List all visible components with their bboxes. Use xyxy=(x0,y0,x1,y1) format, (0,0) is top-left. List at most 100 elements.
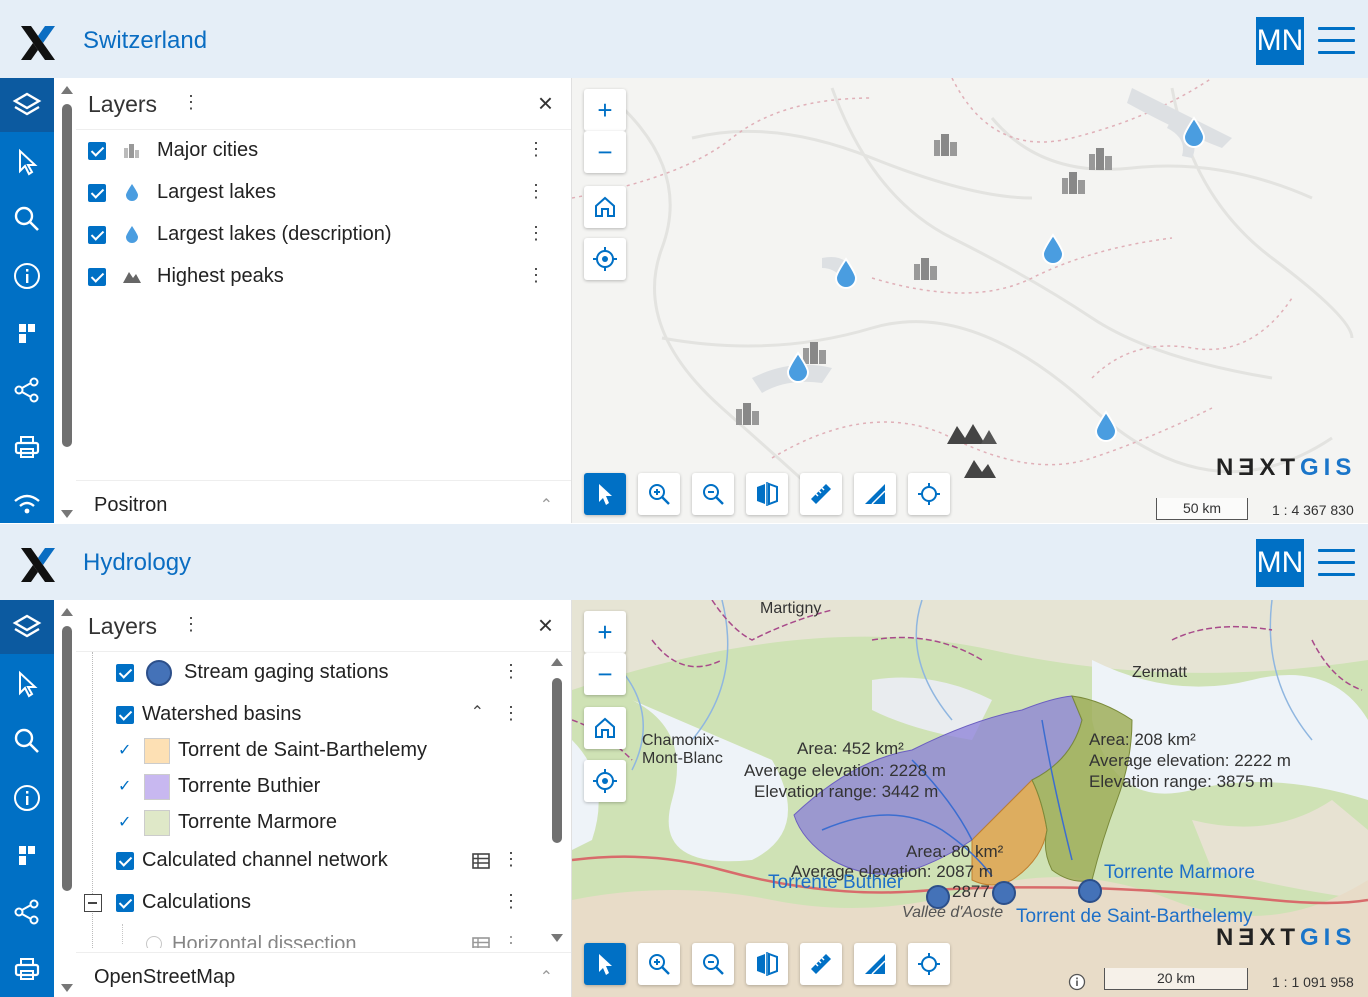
lake-marker[interactable] xyxy=(1182,116,1206,148)
locate-button[interactable] xyxy=(584,238,626,280)
share-icon[interactable] xyxy=(0,885,54,939)
lake-marker[interactable] xyxy=(834,257,858,289)
swipe-tool-button[interactable] xyxy=(746,473,788,515)
panel-scrollbar[interactable] xyxy=(58,78,76,523)
swipe-tool-button[interactable] xyxy=(746,943,788,985)
info-icon[interactable] xyxy=(0,249,54,303)
panel-scrollbar[interactable] xyxy=(58,600,76,997)
share-icon[interactable] xyxy=(0,363,54,417)
layers-menu-icon[interactable]: ⋮ xyxy=(182,92,200,113)
layers-menu-icon[interactable]: ⋮ xyxy=(182,614,200,635)
measure-distance-button[interactable] xyxy=(800,473,842,515)
close-icon[interactable]: × xyxy=(538,88,553,119)
select-cursor-icon[interactable] xyxy=(0,135,54,189)
gaging-station-marker[interactable] xyxy=(992,881,1016,905)
chevron-up-icon[interactable]: ⌃ xyxy=(540,967,553,987)
layer-checkbox[interactable] xyxy=(88,184,106,202)
info-icon[interactable] xyxy=(0,771,54,825)
layer-row-horizontal-dissection[interactable]: Horizontal dissection ⋮ xyxy=(76,924,546,948)
search-icon[interactable] xyxy=(0,192,54,246)
measure-area-button[interactable] xyxy=(854,473,896,515)
zoom-out-button[interactable]: − xyxy=(584,653,626,695)
lake-marker[interactable] xyxy=(1041,233,1065,265)
layer-menu-icon[interactable]: ⋮ xyxy=(527,181,545,202)
lake-marker[interactable] xyxy=(1094,410,1118,442)
map-view[interactable]: Martigny Zermatt Chamonix- Mont-Blanc Va… xyxy=(572,600,1368,997)
city-marker[interactable] xyxy=(1086,144,1116,172)
layer-checkbox[interactable] xyxy=(116,852,134,870)
layer-menu-icon[interactable]: ⋮ xyxy=(502,891,520,912)
layer-row-calculated-channel-network[interactable]: Calculated channel network ⋮ xyxy=(76,840,546,882)
identify-tool-button[interactable] xyxy=(584,943,626,985)
layer-menu-icon[interactable]: ⋮ xyxy=(502,703,520,724)
layer-row-highest-peaks[interactable]: Highest peaks ⋮ xyxy=(76,256,571,298)
zoom-in-tool-button[interactable] xyxy=(638,473,680,515)
select-cursor-icon[interactable] xyxy=(0,657,54,711)
basemap-selector[interactable]: OpenStreetMap ⌃ xyxy=(76,952,571,997)
layer-row-calculations[interactable]: Calculations ⋮ xyxy=(76,882,546,924)
gaging-station-marker[interactable] xyxy=(1078,879,1102,903)
attribution-info-icon[interactable] xyxy=(1068,973,1086,991)
print-icon[interactable] xyxy=(0,942,54,996)
layers-icon[interactable] xyxy=(0,600,54,654)
peak-marker[interactable] xyxy=(945,420,999,446)
measure-distance-button[interactable] xyxy=(800,943,842,985)
layer-menu-icon[interactable]: ⋮ xyxy=(527,223,545,244)
zoom-in-button[interactable]: + xyxy=(584,611,626,653)
layer-menu-icon[interactable]: ⋮ xyxy=(502,849,520,870)
tree-scrollbar[interactable] xyxy=(548,654,566,948)
nextgis-logo[interactable] xyxy=(18,23,58,63)
nextgis-logo[interactable] xyxy=(18,545,58,585)
basemap-selector[interactable]: Positron ⌃ xyxy=(76,480,571,523)
bookmark-icon[interactable] xyxy=(0,828,54,882)
zoom-in-tool-button[interactable] xyxy=(638,943,680,985)
map-view[interactable]: + − NƎXTGIS 50 km 1 : 4 367 830 xyxy=(572,78,1368,523)
layer-checkbox[interactable] xyxy=(116,664,134,682)
city-marker[interactable] xyxy=(1059,168,1089,196)
layer-row-stream-gaging-stations[interactable]: Stream gaging stations ⋮ xyxy=(76,652,546,694)
user-avatar[interactable]: MN xyxy=(1256,539,1304,587)
search-icon[interactable] xyxy=(0,714,54,768)
city-marker[interactable] xyxy=(733,399,763,427)
user-avatar[interactable]: MN xyxy=(1256,17,1304,65)
collapse-toggle[interactable] xyxy=(84,894,102,912)
home-button[interactable] xyxy=(584,707,626,749)
locate-button[interactable] xyxy=(584,760,626,802)
table-icon[interactable] xyxy=(472,853,490,869)
layer-menu-icon[interactable]: ⋮ xyxy=(527,265,545,286)
gaging-station-marker[interactable] xyxy=(926,885,950,909)
menu-icon[interactable] xyxy=(1318,27,1355,55)
measure-area-button[interactable] xyxy=(854,943,896,985)
lake-marker[interactable] xyxy=(786,351,810,383)
print-icon[interactable] xyxy=(0,420,54,474)
layer-checkbox[interactable] xyxy=(116,894,134,912)
layer-row-largest-lakes-description[interactable]: Largest lakes (description) ⋮ xyxy=(76,214,571,256)
city-marker[interactable] xyxy=(911,254,941,282)
zoom-out-button[interactable]: − xyxy=(584,131,626,173)
radio-button[interactable] xyxy=(146,936,162,948)
peak-marker[interactable] xyxy=(962,456,998,480)
close-icon[interactable]: × xyxy=(538,610,553,641)
home-button[interactable] xyxy=(584,186,626,228)
chevron-up-icon[interactable]: ⌃ xyxy=(540,495,553,515)
layer-checkbox[interactable] xyxy=(88,268,106,286)
layer-checkbox[interactable] xyxy=(88,142,106,160)
bookmark-icon[interactable] xyxy=(0,306,54,360)
layer-row-major-cities[interactable]: Major cities ⋮ xyxy=(76,130,571,172)
layer-menu-icon[interactable]: ⋮ xyxy=(527,139,545,160)
table-icon[interactable] xyxy=(472,937,490,948)
city-marker[interactable] xyxy=(931,130,961,158)
chevron-up-icon[interactable]: ⌃ xyxy=(471,702,484,722)
zoom-out-tool-button[interactable] xyxy=(692,943,734,985)
zoom-out-tool-button[interactable] xyxy=(692,473,734,515)
layer-checkbox[interactable] xyxy=(116,706,134,724)
wifi-icon[interactable] xyxy=(0,477,54,523)
zoom-in-button[interactable]: + xyxy=(584,89,626,131)
layer-row-largest-lakes[interactable]: Largest lakes ⋮ xyxy=(76,172,571,214)
layer-checkbox[interactable] xyxy=(88,226,106,244)
layer-menu-icon[interactable]: ⋮ xyxy=(502,933,520,948)
layers-icon[interactable] xyxy=(0,78,54,132)
coordinates-button[interactable] xyxy=(908,943,950,985)
identify-tool-button[interactable] xyxy=(584,473,626,515)
layer-menu-icon[interactable]: ⋮ xyxy=(502,661,520,682)
